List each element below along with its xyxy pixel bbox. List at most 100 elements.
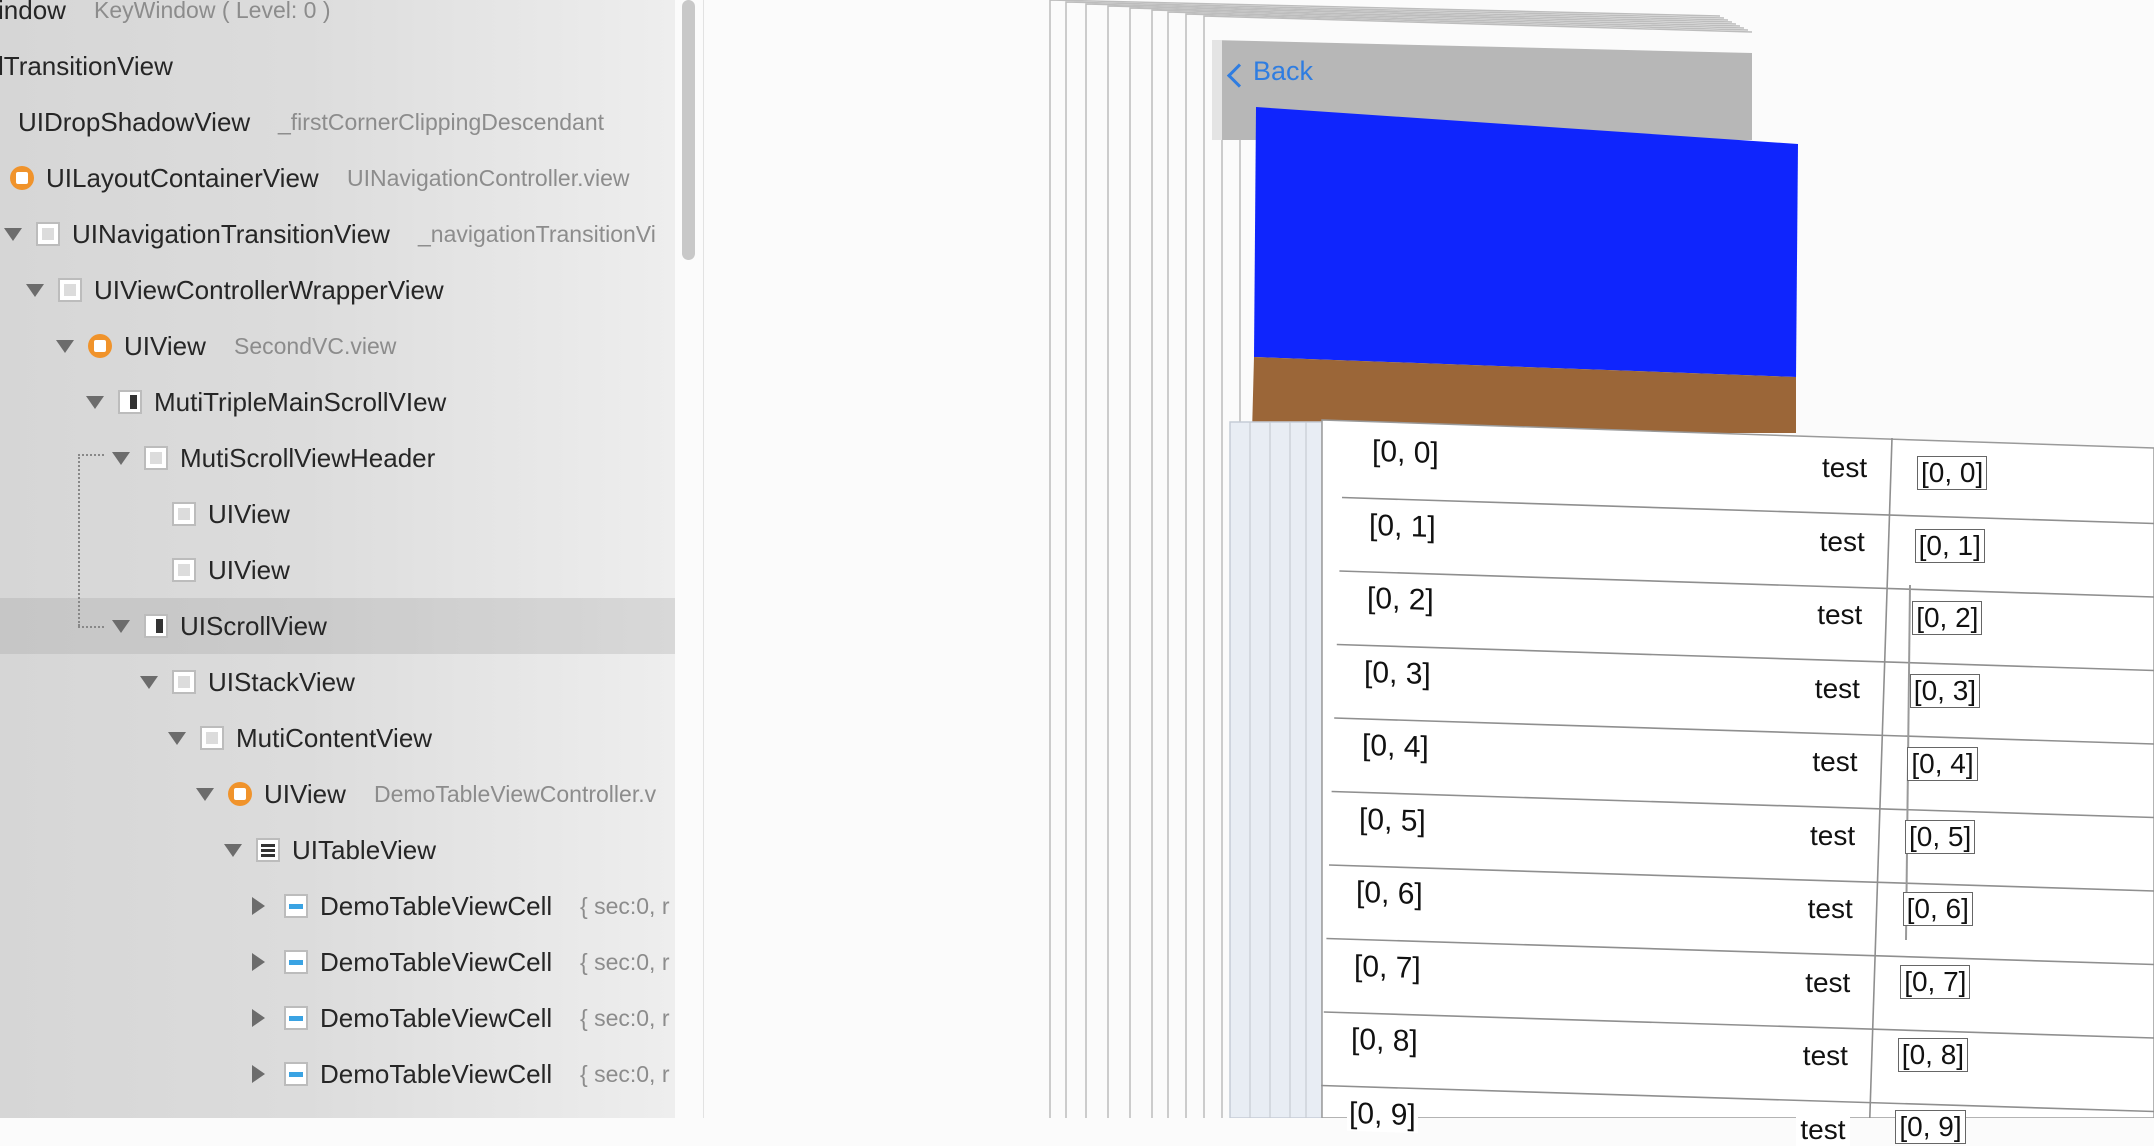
- disclosure-expanded-icon[interactable]: [112, 620, 130, 633]
- cell-test-label: test: [1808, 746, 1862, 778]
- cell-test-label: test: [1815, 525, 1869, 558]
- cell-index-label-right: [0, 5]: [1905, 819, 1976, 854]
- cell-index-label: [0, 1]: [1367, 508, 1439, 545]
- hierarchy-class-name: DemoTableViewCell: [320, 947, 553, 977]
- hierarchy-class-name: UIStackView: [208, 667, 355, 697]
- tree-connector: [78, 454, 104, 456]
- cell-index-label-right: [0, 7]: [1900, 964, 1971, 999]
- hierarchy-row[interactable]: UITableView: [0, 822, 675, 878]
- hierarchy-scrollbar[interactable]: [682, 0, 695, 260]
- table-cell-icon: [284, 1062, 308, 1086]
- blue-header-view: [1254, 107, 1798, 377]
- hierarchy-class-name: UILayoutContainerView: [46, 163, 319, 193]
- hierarchy-row[interactable]: indow KeyWindow ( Level: 0 ): [0, 0, 675, 38]
- brown-header-view: [1252, 357, 1796, 433]
- scroll-content-layer: [1229, 421, 1323, 1118]
- disclosure-expanded-icon[interactable]: [56, 340, 74, 353]
- hierarchy-row[interactable]: UIView: [0, 486, 675, 542]
- scroll-view-icon: [118, 390, 142, 414]
- navigation-bar: [1212, 40, 1752, 140]
- view-icon: [144, 446, 168, 470]
- hierarchy-class-name: lTransitionView: [0, 51, 173, 81]
- view-hierarchy-panel: indow KeyWindow ( Level: 0 ) lTransitionVi…: [0, 0, 675, 1118]
- hierarchy-class-name: UIView: [208, 499, 290, 529]
- hierarchy-row[interactable]: MutiScrollViewHeader: [0, 430, 675, 486]
- disclosure-expanded-icon[interactable]: [86, 396, 104, 409]
- view-layer-frame: [1203, 15, 1753, 1118]
- cell-index-label-right: [0, 9]: [1895, 1110, 1966, 1145]
- hierarchy-row[interactable]: UIView DemoTableViewController.v: [0, 766, 675, 822]
- disclosure-expanded-icon[interactable]: [168, 732, 186, 745]
- hierarchy-row[interactable]: UILayoutContainerView UINavigationControl…: [0, 150, 675, 206]
- cell-index-label: [0, 9]: [1346, 1096, 1418, 1133]
- hierarchy-description: DemoTableViewController.v: [374, 781, 657, 807]
- cell-index-label-right: [0, 0]: [1917, 456, 1988, 490]
- view-icon: [172, 558, 196, 582]
- cell-index-label: [0, 4]: [1359, 728, 1431, 766]
- cell-test-label: test: [1803, 893, 1857, 925]
- disclosure-expanded-icon[interactable]: [224, 844, 242, 857]
- back-chevron-icon[interactable]: [1226, 63, 1251, 88]
- table-column-divider: [1868, 1099, 1872, 1118]
- panel-divider: [703, 0, 704, 1118]
- table-cell-icon: [284, 1006, 308, 1030]
- hierarchy-row[interactable]: UIViewControllerWrapperView: [0, 262, 675, 318]
- cell-index-label-right: [0, 1]: [1914, 528, 1985, 563]
- back-button[interactable]: Back: [1253, 56, 1313, 87]
- cell-test-label: test: [1801, 966, 1855, 999]
- hierarchy-row[interactable]: UIView SecondVC.view: [0, 318, 675, 374]
- cell-index-label: [0, 2]: [1364, 581, 1436, 619]
- hierarchy-description: { sec:0, r: [580, 893, 670, 919]
- disclosure-expanded-icon[interactable]: [4, 228, 22, 241]
- table-column-divider: [1869, 1025, 1874, 1100]
- hierarchy-row[interactable]: lTransitionView: [0, 38, 675, 94]
- cell-index-label-right: [0, 4]: [1907, 746, 1978, 781]
- view-layer-frame: [1167, 11, 1745, 1118]
- hierarchy-class-name: UIView: [264, 779, 346, 809]
- hierarchy-class-name: DemoTableViewCell: [320, 1003, 553, 1033]
- view-icon: [172, 502, 196, 526]
- disclosure-expanded-icon[interactable]: [196, 788, 214, 801]
- view-icon: [172, 670, 196, 694]
- view-layer-frame: [1185, 13, 1749, 1118]
- cell-index-label-right: [0, 2]: [1912, 601, 1983, 636]
- table-row-separator: [1339, 570, 2154, 598]
- hierarchy-row[interactable]: DemoTableViewCell { sec:0, r: [0, 1046, 675, 1102]
- tree-connector: [78, 626, 104, 628]
- hierarchy-row[interactable]: MutiContentView: [0, 710, 675, 766]
- cell-index-label: [0, 5]: [1357, 802, 1428, 839]
- hierarchy-class-name: UIDropShadowView: [18, 107, 251, 137]
- table-column-divider: [1886, 511, 1891, 586]
- hierarchy-row[interactable]: UIStackView: [0, 654, 675, 710]
- table-row-separator: [1321, 1084, 2154, 1113]
- hierarchy-class-name: DemoTableViewCell: [320, 891, 553, 921]
- table-column-divider: [1881, 658, 1886, 733]
- hierarchy-row[interactable]: DemoTableViewCell { sec:0, r: [0, 934, 675, 990]
- hierarchy-row[interactable]: UINavigationTransitionView _navigationTra…: [0, 206, 675, 262]
- view-controller-icon: [10, 166, 34, 190]
- hierarchy-row[interactable]: DemoTableViewCell { sec:0, r: [0, 878, 675, 934]
- table-cell-icon: [284, 894, 308, 918]
- disclosure-collapsed-icon[interactable]: [252, 1065, 265, 1083]
- hierarchy-row[interactable]: DemoTableViewCell { sec:0, r: [0, 990, 675, 1046]
- view-controller-icon: [88, 334, 112, 358]
- hierarchy-row[interactable]: UIView: [0, 542, 675, 598]
- disclosure-collapsed-icon[interactable]: [252, 897, 265, 915]
- view-icon: [58, 278, 82, 302]
- view-icon: [36, 222, 60, 246]
- view-layer-frame: [1151, 9, 1741, 1118]
- cell-test-label: test: [1813, 599, 1867, 631]
- hierarchy-row[interactable]: MutiTripleMainScrollVIew: [0, 374, 675, 430]
- cell-test-label: test: [1806, 819, 1860, 852]
- disclosure-expanded-icon[interactable]: [26, 284, 44, 297]
- hierarchy-row[interactable]: UIDropShadowView _firstCornerClippingDesc…: [0, 94, 675, 150]
- nav-bar-edge: [1212, 40, 1222, 140]
- disclosure-collapsed-icon[interactable]: [252, 953, 265, 971]
- hierarchy-class-name: UIViewControllerWrapperView: [94, 275, 444, 305]
- hierarchy-class-name: MutiTripleMainScrollVIew: [154, 387, 447, 417]
- disclosure-expanded-icon[interactable]: [140, 676, 158, 689]
- disclosure-collapsed-icon[interactable]: [252, 1009, 265, 1027]
- disclosure-expanded-icon[interactable]: [112, 452, 130, 465]
- table-view-layer: [1321, 419, 2154, 1118]
- table-row-separator: [1323, 1011, 2154, 1039]
